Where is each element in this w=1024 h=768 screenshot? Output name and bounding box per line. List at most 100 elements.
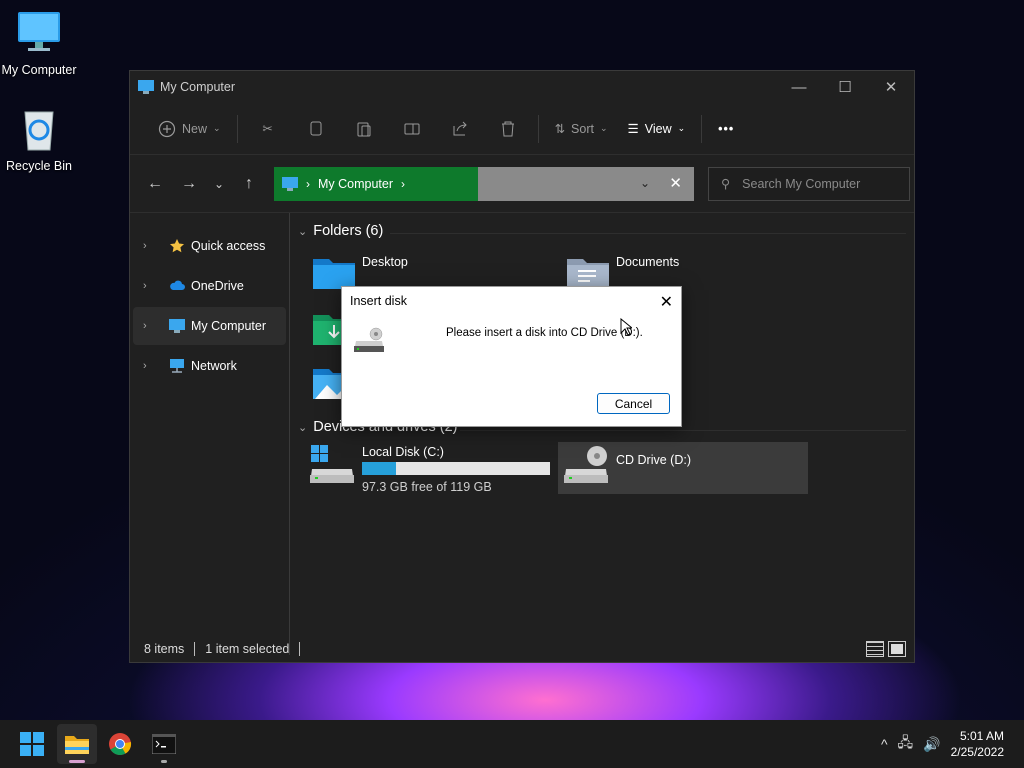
status-divider: [194, 642, 196, 656]
cd-drive-icon: [564, 446, 608, 483]
arrow-left-icon: ←: [147, 174, 163, 192]
desktop-icon-label: My Computer: [1, 63, 77, 77]
desktop-icon-my-computer[interactable]: My Computer: [0, 10, 79, 77]
cut-button[interactable]: ✂: [244, 113, 292, 145]
running-indicator: [161, 760, 167, 763]
insert-disk-dialog: Insert disk ✕ Please insert a disk into …: [341, 286, 682, 427]
navigation-bar: ← → ⌄ ↑ › My Computer › ⌄ ✕ ⚲ Search My …: [130, 155, 914, 213]
windows-drive-icon: [310, 445, 354, 483]
sort-icon: ⇅: [554, 122, 566, 136]
view-button[interactable]: ☰ View ⌄: [618, 113, 696, 145]
sidebar-item-label: Quick access: [191, 239, 266, 253]
dialog-close-button[interactable]: ✕: [660, 292, 673, 312]
title-bar[interactable]: My Computer — ☐ ✕: [130, 71, 914, 103]
cd-drive-icon: [354, 327, 384, 352]
desktop-icon-recycle-bin[interactable]: Recycle Bin: [0, 106, 79, 173]
toolbar-divider: [236, 114, 238, 143]
toolbar-divider: [701, 114, 703, 143]
copy-icon: [310, 121, 322, 135]
sidebar-item-quick-access[interactable]: › Quick access: [133, 227, 286, 265]
mouse-cursor-icon: [620, 318, 632, 336]
dialog-message: Please insert a disk into CD Drive (D:).: [446, 327, 643, 339]
desktop-icon-label: Recycle Bin: [6, 159, 72, 173]
clear-address-button[interactable]: ✕: [669, 174, 682, 192]
minimize-button[interactable]: —: [776, 71, 822, 103]
system-tray: ^ 🖧 🔊 5:01 AM 2/25/2022: [881, 720, 1024, 768]
sidebar-item-label: OneDrive: [191, 279, 244, 293]
drive-item-c[interactable]: Local Disk (C:) 97.3 GB free of 119 GB: [310, 445, 550, 494]
drive-usage-fill: [362, 462, 396, 475]
rename-button[interactable]: [388, 113, 436, 145]
folders-group-header[interactable]: ⌄ Folders (6): [298, 223, 383, 239]
cancel-button[interactable]: Cancel: [597, 393, 670, 414]
new-button[interactable]: New ⌄: [148, 113, 231, 145]
status-divider: [299, 642, 301, 656]
recycle-bin-icon: [24, 111, 54, 151]
item-count: 8 items: [144, 642, 185, 656]
paste-button[interactable]: [340, 113, 388, 145]
dialog-title[interactable]: Insert disk: [342, 287, 681, 315]
chevron-right-icon[interactable]: ›: [143, 240, 157, 252]
active-indicator: [69, 760, 85, 763]
selection-count: 1 item selected: [205, 642, 290, 656]
chevron-right-icon[interactable]: ›: [143, 320, 157, 332]
chevron-down-icon: ⌄: [298, 421, 308, 434]
breadcrumb-item[interactable]: My Computer: [318, 177, 393, 191]
chevron-right-icon[interactable]: ›: [143, 360, 157, 372]
sidebar-item-label: My Computer: [191, 319, 267, 333]
file-list: ⌄ Folders (6) Desktop Documents ⌄ Device…: [290, 213, 914, 655]
clock[interactable]: 5:01 AM 2/25/2022: [951, 728, 1024, 760]
recent-locations-button[interactable]: ⌄: [206, 168, 232, 200]
taskbar-file-explorer[interactable]: [57, 724, 97, 764]
network-status-icon[interactable]: 🖧: [898, 732, 914, 756]
taskbar-chrome[interactable]: [100, 724, 140, 764]
back-button[interactable]: ←: [138, 168, 172, 200]
chevron-right-icon[interactable]: ›: [401, 177, 405, 191]
details-view-button[interactable]: [866, 641, 884, 657]
rename-icon: [404, 123, 420, 134]
forward-button[interactable]: →: [172, 168, 206, 200]
address-dropdown-button[interactable]: ⌄: [640, 176, 650, 190]
command-bar: New ⌄ ✂ ⇅ Sort ⌄ ☰ View ⌄ •••: [130, 103, 914, 155]
monitor-icon: [282, 176, 298, 191]
group-title: Folders (6): [313, 223, 384, 239]
close-button[interactable]: ✕: [868, 71, 914, 103]
monitor-icon: [18, 12, 60, 51]
plus-circle-icon: [158, 120, 176, 137]
drive-usage-bar: [362, 462, 550, 475]
large-icons-view-button[interactable]: [888, 641, 906, 657]
chevron-right-icon[interactable]: ›: [143, 280, 157, 292]
see-more-button[interactable]: •••: [708, 113, 744, 145]
sort-button[interactable]: ⇅ Sort ⌄: [545, 113, 618, 145]
sort-label: Sort: [571, 121, 594, 136]
sidebar-item-my-computer[interactable]: › My Computer: [133, 307, 286, 345]
arrow-up-icon: ↑: [245, 174, 253, 192]
star-icon: [170, 239, 184, 253]
breadcrumb: › My Computer ›: [274, 166, 478, 201]
share-button[interactable]: [436, 113, 484, 145]
delete-button[interactable]: [484, 113, 532, 145]
chevron-down-icon: ⌄: [213, 176, 225, 191]
chrome-icon: [109, 733, 132, 755]
sidebar-item-label: Network: [191, 359, 237, 373]
taskbar: ^ 🖧 🔊 5:01 AM 2/25/2022: [0, 720, 1024, 768]
drive-item-d[interactable]: CD Drive (D:): [558, 442, 808, 494]
copy-button[interactable]: [292, 113, 340, 145]
chevron-down-icon: ⌄: [298, 225, 308, 238]
chevron-down-icon: ⌄: [677, 123, 686, 133]
start-button[interactable]: [12, 724, 52, 764]
terminal-icon: [152, 734, 176, 754]
toolbar-divider: [537, 114, 539, 143]
taskbar-terminal[interactable]: [144, 724, 184, 764]
up-button[interactable]: ↑: [232, 168, 266, 200]
volume-icon[interactable]: 🔊: [923, 736, 940, 753]
chevron-up-icon[interactable]: ^: [881, 736, 888, 752]
sidebar-item-network[interactable]: › Network: [133, 347, 286, 385]
trash-icon: [501, 121, 514, 136]
network-icon: [170, 359, 184, 373]
chevron-down-icon: ⌄: [213, 123, 221, 133]
maximize-button[interactable]: ☐: [822, 71, 868, 103]
sidebar-item-onedrive[interactable]: › OneDrive: [133, 267, 286, 305]
search-input[interactable]: ⚲ Search My Computer: [708, 166, 910, 201]
address-bar[interactable]: › My Computer › ⌄ ✕: [274, 166, 694, 201]
